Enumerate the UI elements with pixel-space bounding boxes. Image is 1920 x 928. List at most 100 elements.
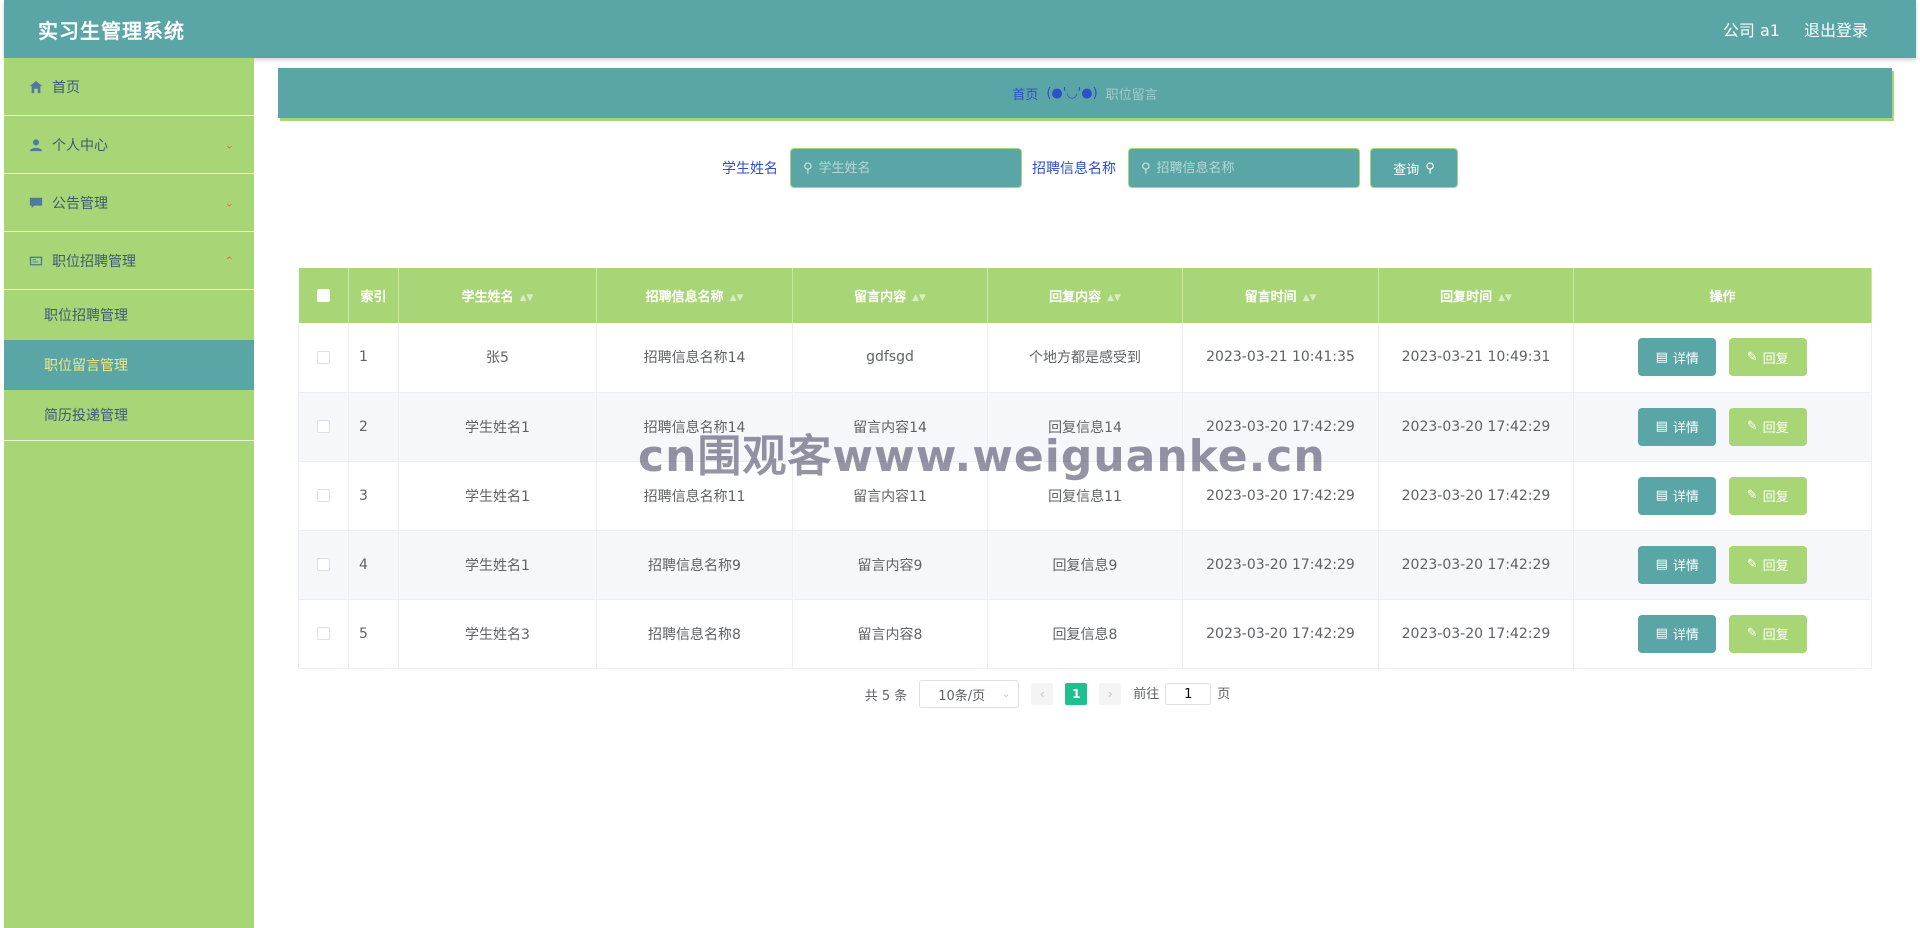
cell-reply: 回复信息9 (987, 530, 1183, 600)
table-row: 5 学生姓名3 招聘信息名称8 留言内容8 回复信息8 2023-03-20 1… (298, 599, 1872, 669)
sidebar: 首页 个人中心 ⌄ 公告管理 ⌄ 职位招聘管理 ⌃ 职位招聘管理 职位留言管理 … (4, 58, 254, 928)
cell-student: 学生姓名1 (398, 461, 597, 531)
cell-msg-time: 2023-03-20 17:42:29 (1182, 461, 1379, 531)
cell-actions: ▤ 详情 ✎ 回复 (1573, 530, 1872, 600)
detail-button[interactable]: ▤ 详情 (1638, 407, 1717, 446)
prev-page-button[interactable]: ‹ (1031, 683, 1054, 705)
table-header-row: 索引 学生姓名 ▲▼ 招聘信息名称 ▲▼ 留言内容 ▲▼ 回复内容 ▲▼ 留言时间 ▲▼ … (298, 268, 1872, 323)
sidebar-item-home[interactable]: 首页 (4, 58, 254, 116)
table-row: 3 学生姓名1 招聘信息名称11 留言内容11 回复信息11 2023-03-2… (298, 461, 1872, 531)
search-icon: ⚲ (1141, 160, 1151, 176)
search-icon: ⚲ (1425, 160, 1435, 176)
sidebar-item-label: 职位招聘管理 (52, 253, 136, 270)
cell-job: 招聘信息名称8 (596, 599, 793, 669)
detail-button[interactable]: ▤ 详情 (1638, 545, 1717, 584)
next-page-button[interactable]: › (1099, 683, 1122, 705)
row-checkbox[interactable] (317, 627, 330, 640)
reply-button[interactable]: ✎ 回复 (1728, 407, 1807, 446)
job-name-input[interactable] (1156, 160, 1337, 176)
document-icon: ▤ (1655, 557, 1668, 572)
reply-button[interactable]: ✎ 回复 (1728, 614, 1807, 653)
cell-reply-time: 2023-03-20 17:42:29 (1378, 392, 1574, 462)
search-form: 学生姓名 ⚲ 招聘信息名称 ⚲ 查询 ⚲ (0, 148, 1920, 188)
row-checkbox[interactable] (317, 558, 330, 571)
cell-actions: ▤ 详情 ✎ 回复 (1573, 461, 1872, 531)
cell-message: 留言内容11 (792, 461, 988, 531)
page-size-select[interactable]: 10条/页 ⌄ (919, 680, 1020, 708)
current-user: 公司 a1 (1722, 21, 1780, 40)
breadcrumb-current: 职位留言 (1105, 87, 1158, 103)
message-icon (28, 195, 44, 211)
sort-icon[interactable]: ▲▼ (1498, 293, 1512, 303)
document-icon: ▤ (1655, 419, 1668, 434)
document-icon: ▤ (1655, 349, 1668, 365)
cell-student: 学生姓名1 (398, 530, 597, 600)
edit-icon: ✎ (1746, 349, 1758, 365)
column-header-reply[interactable]: 回复内容 ▲▼ (987, 268, 1183, 323)
table-row: 1 张5 招聘信息名称14 gdfsgd 个地方都是感受到 2023-03-21… (298, 323, 1872, 393)
table-row: 4 学生姓名1 招聘信息名称9 留言内容9 回复信息9 2023-03-20 1… (298, 530, 1872, 600)
breadcrumb-separator: (●'◡'●) (1046, 85, 1098, 101)
student-name-input[interactable] (818, 160, 999, 176)
cell-message: gdfsgd (792, 323, 988, 393)
reply-button[interactable]: ✎ 回复 (1728, 338, 1807, 377)
sidebar-item-job-recruit[interactable]: 职位招聘管理 ⌃ (4, 232, 254, 290)
cell-msg-time: 2023-03-21 10:41:35 (1182, 323, 1379, 393)
goto-page-input[interactable] (1165, 683, 1212, 706)
column-header-reply-time[interactable]: 回复时间 ▲▼ (1378, 268, 1574, 323)
reply-button[interactable]: ✎ 回复 (1728, 545, 1807, 584)
pagination: 共 5 条 10条/页 ⌄ ‹ 1 › 前往页 (0, 680, 1920, 708)
detail-button[interactable]: ▤ 详情 (1638, 614, 1717, 653)
reply-button[interactable]: ✎ 回复 (1728, 476, 1807, 515)
select-all-cell (298, 268, 349, 323)
column-header-msg-time[interactable]: 留言时间 ▲▼ (1182, 268, 1379, 323)
student-name-field[interactable]: ⚲ (790, 148, 1022, 188)
query-button[interactable]: 查询 ⚲ (1370, 148, 1458, 188)
sort-icon[interactable]: ▲▼ (912, 293, 926, 303)
home-icon (28, 79, 44, 95)
job-name-field[interactable]: ⚲ (1128, 148, 1360, 188)
job-name-label: 招聘信息名称 (1032, 161, 1116, 177)
sort-icon[interactable]: ▲▼ (1303, 293, 1317, 303)
cell-reply: 回复信息14 (987, 392, 1183, 462)
cell-actions: ▤ 详情 ✎ 回复 (1573, 323, 1872, 393)
cell-index: 1 (348, 323, 399, 393)
row-checkbox[interactable] (317, 350, 330, 364)
sort-icon[interactable]: ▲▼ (730, 293, 744, 303)
submenu-item-resume[interactable]: 简历投递管理 (4, 390, 254, 440)
row-select-cell (298, 392, 349, 462)
column-header-student[interactable]: 学生姓名 ▲▼ (398, 268, 597, 323)
submenu-job-recruit: 职位招聘管理 职位留言管理 简历投递管理 (4, 290, 254, 441)
sort-icon[interactable]: ▲▼ (520, 293, 534, 303)
logout-link[interactable]: 退出登录 (1804, 17, 1868, 41)
submenu-item-job-manage[interactable]: 职位招聘管理 (4, 290, 254, 340)
page-number-current[interactable]: 1 (1065, 683, 1088, 705)
search-icon: ⚲ (803, 160, 813, 176)
app-title: 实习生管理系统 (38, 18, 185, 43)
sidebar-item-label: 首页 (52, 79, 80, 96)
detail-button[interactable]: ▤ 详情 (1638, 338, 1717, 377)
row-select-cell (298, 530, 349, 600)
cell-msg-time: 2023-03-20 17:42:29 (1182, 599, 1379, 669)
student-name-label: 学生姓名 (722, 161, 778, 177)
cell-msg-time: 2023-03-20 17:42:29 (1182, 530, 1379, 600)
select-all-checkbox[interactable] (316, 289, 330, 302)
cell-reply-time: 2023-03-20 17:42:29 (1378, 530, 1574, 600)
sort-icon[interactable]: ▲▼ (1107, 293, 1121, 303)
chevron-up-icon: ⌃ (224, 254, 234, 267)
row-checkbox[interactable] (317, 420, 330, 433)
cell-job: 招聘信息名称9 (596, 530, 793, 600)
breadcrumb-home[interactable]: 首页 (1012, 84, 1038, 103)
column-header-job[interactable]: 招聘信息名称 ▲▼ (596, 268, 793, 323)
column-header-message[interactable]: 留言内容 ▲▼ (792, 268, 988, 323)
cell-actions: ▤ 详情 ✎ 回复 (1573, 392, 1872, 462)
top-header: 实习生管理系统 公司 a1 退出登录 (4, 0, 1916, 58)
cell-message: 留言内容8 (792, 599, 988, 669)
detail-button[interactable]: ▤ 详情 (1638, 476, 1717, 515)
cell-student: 学生姓名3 (398, 599, 597, 669)
sidebar-item-label: 公告管理 (52, 195, 108, 212)
row-select-cell (298, 599, 349, 669)
edit-icon: ✎ (1746, 488, 1758, 503)
row-checkbox[interactable] (317, 489, 330, 502)
submenu-item-job-message[interactable]: 职位留言管理 (4, 340, 254, 390)
